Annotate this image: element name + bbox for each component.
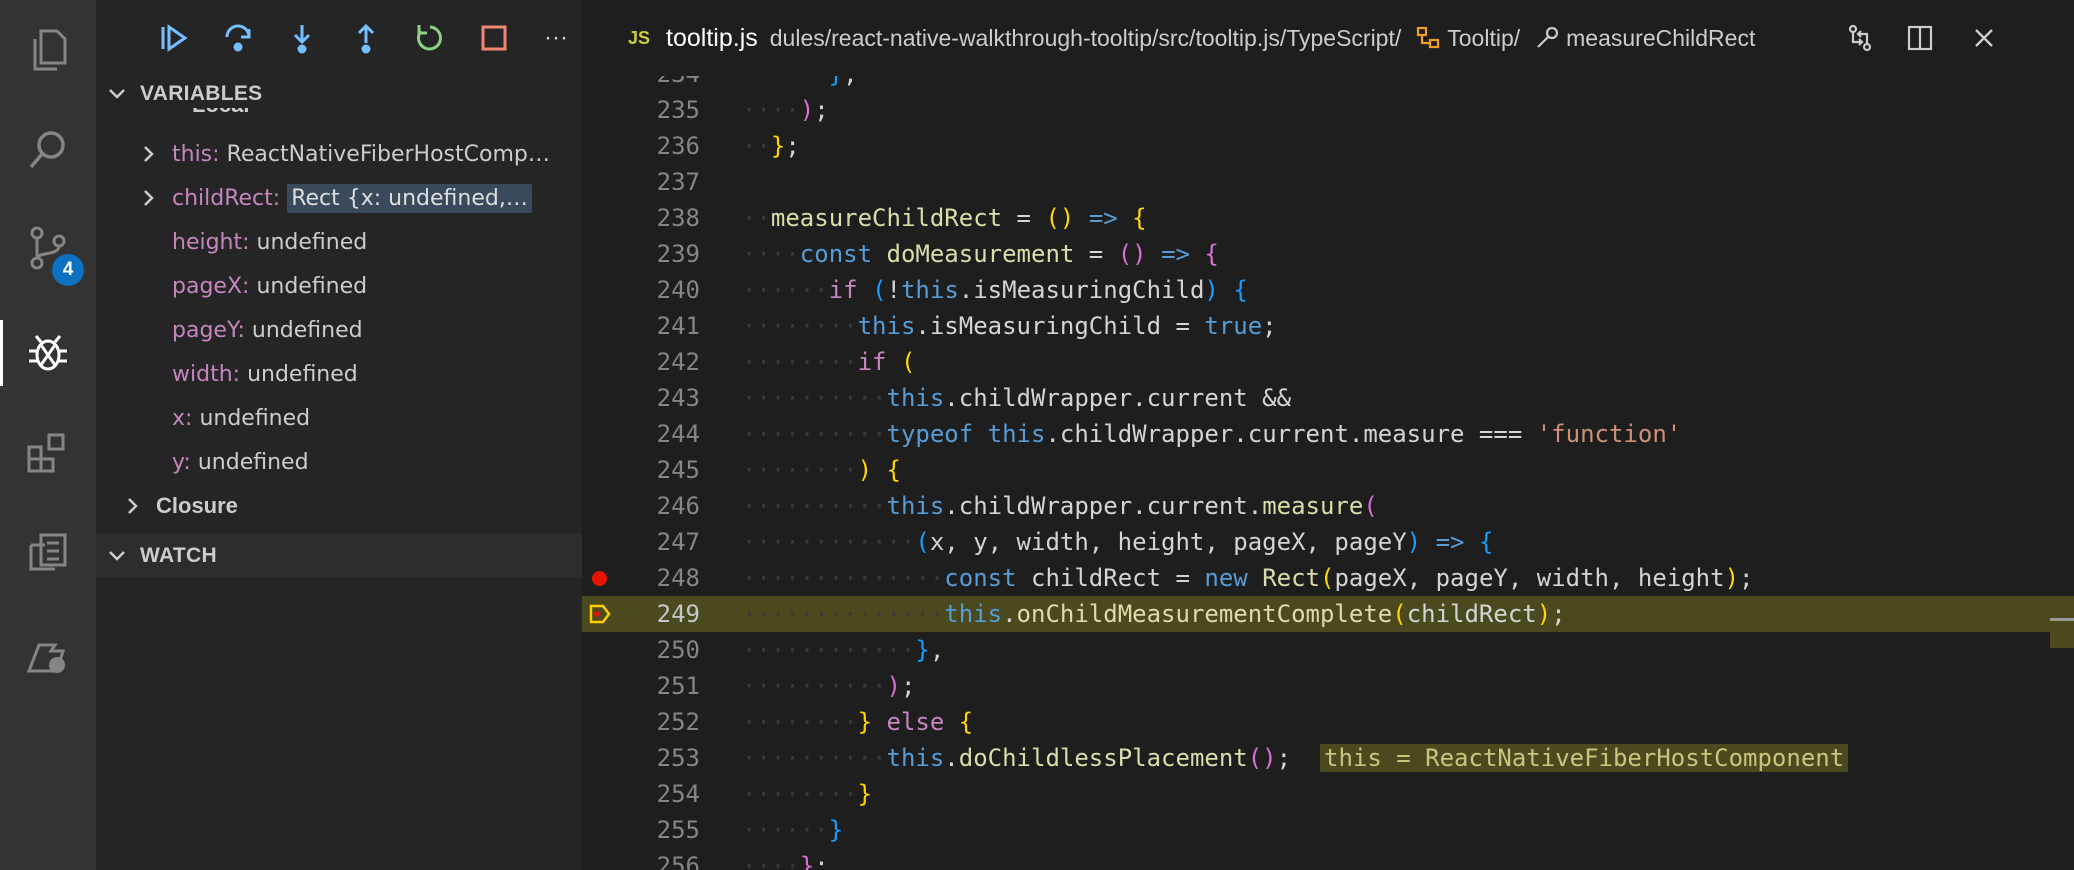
close-icon[interactable] [1966,20,2002,56]
inline-value-hint: this = ReactNativeFiberHostComponent [1320,744,1849,772]
code-line: 243 ··········this.childWrapper.current &… [656,384,1292,412]
js-file-icon: JS [628,27,651,48]
code-line: 239 ····const doMeasurement = () => { [656,240,1219,268]
method-wrench-icon [1537,26,1559,48]
code-line: 245 ········) { [656,456,901,484]
files-icon[interactable] [20,22,76,78]
code-line: 252 ········} else { [656,708,974,736]
code-line: 251 ··········); [656,672,916,700]
breadcrumb-method[interactable]: measureChildRect [1566,25,1755,52]
code-line: 238 ··measureChildRect = () => { [656,204,1147,232]
remote-explorer-icon[interactable] [20,524,76,580]
restart-icon[interactable] [410,18,450,58]
closure-scope-row[interactable]: Closure [96,486,582,526]
code-line: 255 ······} [656,816,844,844]
variables-section-header[interactable]: VARIABLES [96,72,582,115]
breadcrumb-path[interactable]: dules/react-native-walkthrough-tooltip/s… [770,25,1402,52]
code-line: 237 [656,168,700,196]
chevron-down-icon [109,550,125,561]
chevron-right-icon [144,190,154,206]
breadcrumb-class[interactable]: Tooltip/ [1447,25,1520,52]
split-editor-icon[interactable] [1902,20,1938,56]
code-editor: 234······}, 235····); 236··}; 237 238··m… [582,0,2074,870]
variable-row-height[interactable]: height: undefined [96,222,582,262]
class-icon [1417,26,1440,49]
search-icon[interactable] [20,122,76,178]
code-line: 250 ············}, [656,636,945,664]
code-area[interactable]: 234······}, 235····); 236··}; 237 238··m… [582,56,2074,870]
code-line: 254 ········} [656,780,873,808]
code-line: 248 ··············const childRect = new R… [582,560,2074,596]
open-changes-icon[interactable] [1842,20,1878,56]
debug-toolbar: ··· [96,0,582,76]
tab-title[interactable]: tooltip.js [666,24,758,53]
live-share-icon[interactable] [20,626,76,682]
variable-row-x[interactable]: x: undefined [96,398,582,438]
watch-title: WATCH [140,543,217,567]
code-line: 246 ··········this.childWrapper.current.m… [656,492,1378,520]
code-line: 253 ··········this.doChildlessPlacement()… [582,740,2074,776]
step-out-icon[interactable] [346,18,386,58]
step-over-icon[interactable] [218,18,258,58]
current-execution-line: 249 ··············this.onChildMeasurement… [582,596,2074,632]
variable-row-childRect[interactable]: childRect: Rect {x: undefined,… [96,178,582,218]
variables-title: VARIABLES [140,81,263,105]
variable-row-width[interactable]: width: undefined [96,354,582,394]
code-line: 242 ········if ( [656,348,916,376]
debug-icon[interactable] [20,324,76,380]
variable-row-this[interactable]: this: ReactNativeFiberHostComp… [96,134,582,174]
variable-row-pageY[interactable]: pageY: undefined [96,310,582,350]
scrollbar-cursor-tick [2050,618,2074,621]
chevron-right-icon [128,498,138,514]
code-line: 241 ········this.isMeasuringChild = true; [656,312,1277,340]
stop-icon[interactable] [474,18,514,58]
scrollbar-current-line-marker[interactable] [2050,596,2074,648]
code-line: 244 ··········typeof this.childWrapper.cu… [656,420,1682,448]
source-control-badge: 4 [52,254,84,286]
closure-label: Closure [156,493,238,518]
step-into-icon[interactable] [282,18,322,58]
code-line: 256 ····}; [656,852,829,870]
code-line: 247 ············(x, y, width, height, pag… [656,528,1494,556]
continue-icon[interactable] [154,18,194,58]
extensions-icon[interactable] [20,424,76,480]
chevron-right-icon [144,146,154,162]
debug-side-panel: ··· VARIABLES Local this: ReactNativeFib… [96,0,582,870]
activity-bar: 4 [0,0,96,870]
chevron-down-icon [109,88,125,99]
local-scope-label-clipped: Local [192,108,312,120]
code-line: 235 ····); [656,96,829,124]
variable-row-y[interactable]: y: undefined [96,442,582,482]
more-icon[interactable]: ··· [536,18,576,58]
code-line: 236 ··}; [656,132,800,160]
active-indicator [0,320,3,386]
code-line: 240 ······if (!this.isMeasuringChild) { [656,276,1248,304]
watch-section-header[interactable]: WATCH [96,534,582,577]
variable-row-pageX[interactable]: pageX: undefined [96,266,582,306]
